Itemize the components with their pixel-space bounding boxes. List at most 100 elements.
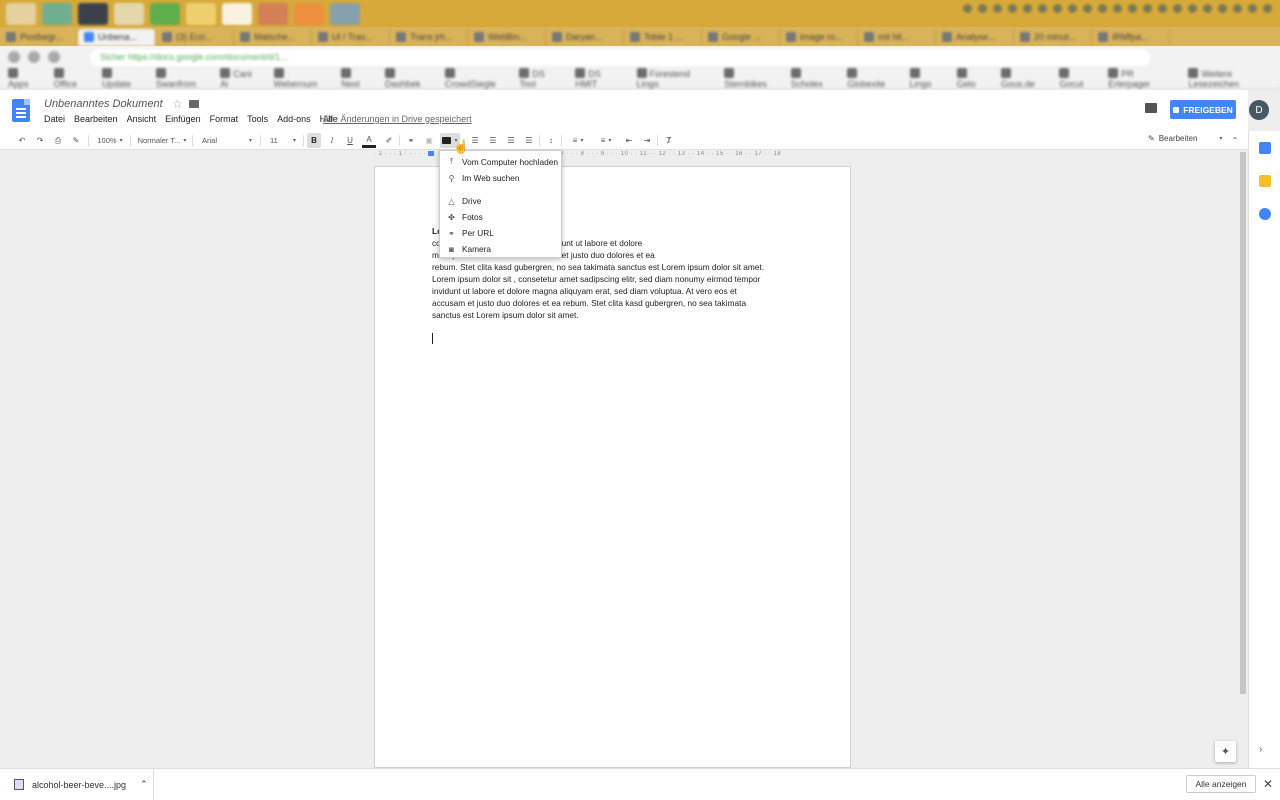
chevron-up-icon[interactable]: ⌃ — [140, 779, 148, 790]
menu-format[interactable]: Format — [210, 114, 239, 124]
bookmark-item[interactable]: Next — [341, 68, 371, 89]
taskbar-app-icon[interactable] — [150, 2, 180, 25]
star-icon[interactable]: ☆ — [172, 97, 183, 111]
italic-button[interactable]: I — [325, 133, 339, 148]
menu-item-search-web[interactable]: ⚲ Im Web suchen — [440, 171, 561, 185]
browser-tab[interactable]: Daryan... — [546, 29, 624, 46]
bookmark-item[interactable]: Forestend Lingo — [636, 68, 711, 89]
docs-logo-icon[interactable] — [12, 99, 30, 122]
zoom-select[interactable]: 100% ▾ — [94, 133, 126, 148]
tasks-icon[interactable] — [1259, 208, 1271, 220]
url-field[interactable]: Sicher https://docs.google.com/document/… — [90, 49, 1150, 66]
browser-tab-active[interactable]: Unbena... — [78, 29, 156, 46]
bookmark-item[interactable]: Dashbek — [385, 68, 431, 89]
download-item[interactable]: alcohol-beer-beve....jpg ⌃ — [0, 769, 154, 800]
align-right-icon[interactable]: ☰ — [504, 133, 518, 148]
bookmark-item[interactable]: Gocut — [1059, 68, 1094, 89]
bookmark-item[interactable]: Gous.de — [1000, 68, 1045, 89]
bookmark-item[interactable]: Weitere Lesezeichen — [1188, 68, 1280, 89]
bookmark-item[interactable]: PR Erlerpager — [1108, 68, 1174, 89]
bookmark-item[interactable]: Cani Ai — [220, 68, 259, 89]
font-size-select[interactable]: 11 ▾ — [266, 133, 300, 148]
browser-tab[interactable]: Google ... — [702, 29, 780, 46]
browser-tab[interactable]: Ul / Trav... — [312, 29, 390, 46]
bookmark-item[interactable]: Update — [102, 68, 142, 89]
browser-tab[interactable]: (3) Erzi... — [156, 29, 234, 46]
taskbar-app-icon[interactable] — [258, 2, 288, 25]
increase-indent-icon[interactable]: ⇥ — [640, 133, 654, 148]
document-title[interactable]: Unbenanntes Dokument — [44, 98, 163, 110]
bookmark-item[interactable]: CrowdSiegle — [444, 68, 506, 89]
editing-mode-select[interactable]: ✎ Bearbeiten ▾ — [1148, 134, 1222, 143]
close-icon[interactable]: ✕ — [1263, 777, 1273, 791]
menu-item-drive[interactable]: △ Drive — [440, 194, 561, 208]
save-status-link[interactable]: Alle Änderungen in Drive gespeichert — [323, 114, 472, 124]
align-justify-icon[interactable]: ☰ — [522, 133, 536, 148]
taskbar-app-icon[interactable] — [186, 2, 216, 25]
keep-icon[interactable] — [1259, 175, 1271, 187]
avatar[interactable]: D — [1249, 100, 1269, 120]
clear-formatting-icon[interactable]: Ⱦ — [662, 133, 676, 148]
align-left-icon[interactable]: ☰ — [468, 133, 482, 148]
show-all-downloads-button[interactable]: Alle anzeigen — [1186, 775, 1256, 793]
paint-format-icon[interactable]: ✎ — [70, 133, 82, 148]
browser-tab[interactable]: Toble 1 ... — [624, 29, 702, 46]
link-icon[interactable]: ⚭ — [404, 133, 418, 148]
expand-panel-icon[interactable]: › — [1259, 744, 1262, 755]
font-select[interactable]: Arial ▾ — [198, 133, 256, 148]
print-icon[interactable]: ⎙ — [52, 133, 64, 148]
numbered-list-icon[interactable]: ≡ ▾ — [566, 133, 590, 148]
browser-tab[interactable]: Analyse... — [936, 29, 1014, 46]
align-center-icon[interactable]: ☰ — [486, 133, 500, 148]
browser-tab[interactable]: mit hil... — [858, 29, 936, 46]
taskbar-app-icon[interactable] — [6, 2, 36, 25]
menu-tools[interactable]: Tools — [247, 114, 268, 124]
calendar-icon[interactable] — [1259, 142, 1271, 154]
taskbar-app-icon[interactable] — [78, 2, 108, 25]
scrollbar-thumb[interactable] — [1240, 152, 1246, 694]
bookmark-item[interactable]: Apps — [8, 68, 40, 89]
menu-item-upload-from-computer[interactable]: ⤒ Vom Computer hochladen — [440, 155, 561, 169]
explore-button[interactable]: ✦ — [1215, 741, 1236, 762]
menu-item-by-url[interactable]: ⚭ Per URL — [440, 226, 561, 240]
browser-tab[interactable]: Trans jrh... — [390, 29, 468, 46]
browser-nav-buttons[interactable] — [8, 51, 60, 63]
menu-einfuegen[interactable]: Einfügen — [165, 114, 201, 124]
browser-tab[interactable]: WebBin... — [468, 29, 546, 46]
decrease-indent-icon[interactable]: ⇤ — [622, 133, 636, 148]
bookmark-item[interactable]: DS HMIT — [575, 68, 622, 89]
browser-tab[interactable]: image ro... — [780, 29, 858, 46]
taskbar-app-icon[interactable] — [114, 2, 144, 25]
browser-tab[interactable]: Postbegr... — [0, 29, 78, 46]
browser-tab[interactable]: Malsche... — [234, 29, 312, 46]
line-spacing-icon[interactable]: ↕ — [544, 133, 558, 148]
paragraph-style-select[interactable]: Normaler T... ▾ — [136, 133, 188, 148]
bookmark-item[interactable]: Globexite — [847, 68, 895, 89]
comment-icon[interactable]: ▣ — [422, 133, 436, 148]
bookmark-item[interactable]: Swanfrom — [155, 68, 207, 89]
bold-button[interactable]: B — [307, 133, 321, 148]
folder-icon[interactable] — [189, 100, 199, 108]
bookmark-item[interactable]: DS Tool — [519, 68, 561, 89]
menu-item-photos[interactable]: ✤ Fotos — [440, 210, 561, 224]
underline-button[interactable]: U — [343, 133, 357, 148]
taskbar-app-icon[interactable] — [330, 2, 360, 25]
taskbar-app-icon[interactable] — [294, 2, 324, 25]
comment-history-icon[interactable] — [1145, 103, 1157, 113]
bookmark-item[interactable]: Lingo — [909, 68, 943, 89]
menu-item-camera[interactable]: ◙ Kamera — [440, 242, 561, 256]
bookmark-item[interactable]: Sternbikes — [724, 68, 776, 89]
bookmark-item[interactable]: Webernum — [273, 68, 328, 89]
bookmark-item[interactable]: Scholex — [790, 68, 834, 89]
highlight-color-icon[interactable]: ✐ — [382, 133, 396, 148]
indent-marker[interactable] — [428, 151, 434, 156]
browser-tab[interactable]: IRMfpa... — [1092, 29, 1170, 46]
bookmark-item[interactable]: Office — [53, 68, 88, 89]
menu-bearbeiten[interactable]: Bearbeiten — [74, 114, 118, 124]
browser-tab[interactable]: 20 minut... — [1014, 29, 1092, 46]
share-button[interactable]: FREIGEBEN — [1170, 100, 1236, 119]
redo-icon[interactable]: ↷ — [34, 133, 46, 148]
collapse-menu-icon[interactable]: ⌃ — [1228, 133, 1242, 148]
bulleted-list-icon[interactable]: ≡ ▾ — [594, 133, 618, 148]
menu-addons[interactable]: Add-ons — [277, 114, 311, 124]
